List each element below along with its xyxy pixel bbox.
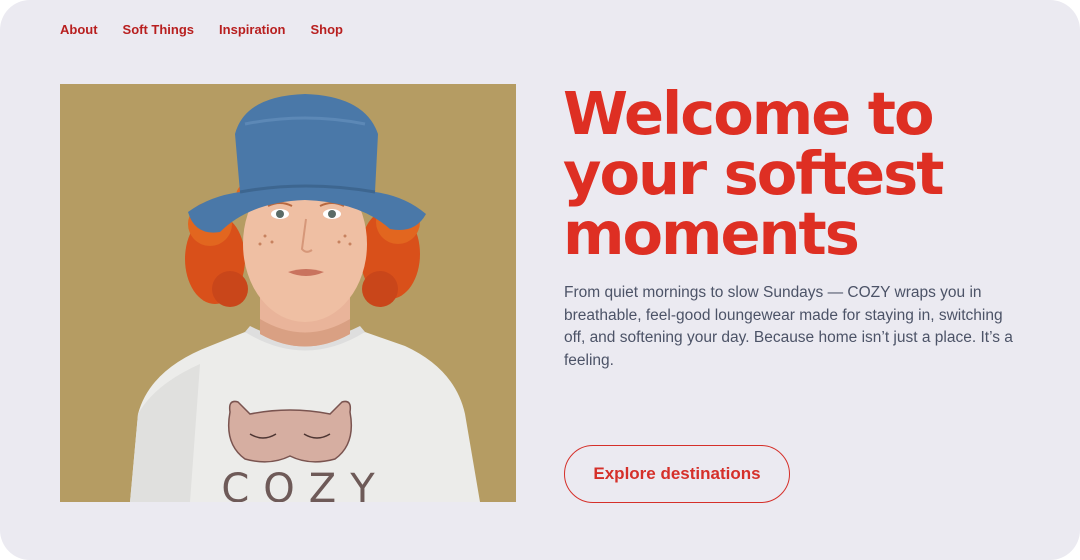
- nav-inspiration-link[interactable]: Inspiration: [219, 22, 285, 37]
- explore-destinations-button[interactable]: Explore destinations: [564, 445, 790, 503]
- nav-shop-link[interactable]: Shop: [311, 22, 344, 37]
- hero-headline: Welcome to your softest moments: [563, 79, 945, 268]
- top-nav: About Soft Things Inspiration Shop: [60, 22, 343, 37]
- nav-about-link[interactable]: About: [60, 22, 98, 37]
- nav-soft-things-link[interactable]: Soft Things: [123, 22, 195, 37]
- hero-image: COZY: [60, 84, 516, 502]
- hero-description: From quiet mornings to slow Sundays — CO…: [564, 284, 1013, 369]
- page-frame: About Soft Things Inspiration Shop COZY …: [0, 0, 1080, 560]
- shirt-logo-text: COZY: [221, 466, 388, 502]
- model-illustration: COZY: [60, 84, 516, 502]
